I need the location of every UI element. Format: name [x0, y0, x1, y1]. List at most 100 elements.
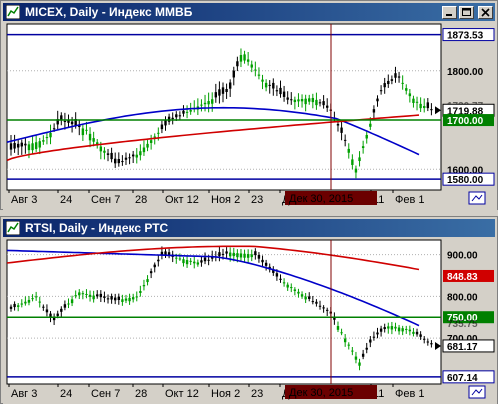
micex-titlebar[interactable]: MICEX, Daily - Индекс ММВБ — [3, 3, 495, 21]
candle-body — [124, 157, 128, 160]
candle-body — [376, 332, 379, 335]
candle-body — [92, 138, 95, 142]
micex-chart-window[interactable]: MICEX, Daily - Индекс ММВБ 1873.53 1800.0… — [0, 0, 498, 210]
candle-body — [228, 252, 232, 257]
candle-body — [405, 328, 408, 330]
candle-body — [189, 110, 192, 112]
candle-body — [282, 282, 286, 284]
candle-body — [264, 262, 268, 266]
candle-body — [340, 332, 343, 334]
chart-properties-icon[interactable] — [468, 191, 486, 205]
x-axis-label: 28 — [135, 388, 147, 400]
maximize-button[interactable] — [459, 6, 474, 19]
candle-body — [34, 296, 38, 298]
candle-body — [146, 279, 149, 283]
candle-body — [63, 304, 67, 308]
candle-body — [236, 61, 239, 67]
x-axis-label: Фев 1 — [395, 194, 425, 206]
candle-body — [211, 99, 214, 104]
candle-body — [117, 158, 120, 164]
x-axis-label: Окт 12 — [165, 388, 199, 400]
cursor-date-label: Дек 30, 2015 — [285, 385, 377, 399]
candle-body — [106, 153, 110, 155]
candle-body — [423, 105, 426, 109]
candle-body — [20, 142, 23, 147]
candle-body — [200, 104, 203, 106]
rtsi-titlebar[interactable]: RTSI, Daily - Индекс РТС — [3, 219, 495, 237]
candle-body — [426, 102, 430, 109]
candle-body — [430, 343, 433, 345]
candle-body — [250, 64, 253, 68]
candle-body — [131, 154, 135, 157]
candle-body — [315, 301, 318, 304]
price-label: 607.14 — [442, 370, 495, 384]
x-axis-label: Ноя 2 — [211, 194, 240, 206]
price-label-text: 607.14 — [447, 373, 478, 384]
candle-body — [379, 90, 383, 92]
candle-body — [336, 326, 340, 330]
price-label-text: 848.83 — [447, 272, 478, 283]
candle-body — [372, 109, 376, 113]
candle-body — [225, 89, 228, 93]
candle-body — [369, 123, 372, 127]
candle-body — [99, 146, 103, 152]
candle-body — [96, 294, 99, 297]
candle-body — [16, 143, 20, 148]
candle-body — [149, 271, 153, 274]
candle-body — [318, 102, 322, 104]
price-label-text: 900.00 — [447, 251, 478, 262]
candle-body — [88, 294, 92, 297]
rtsi-window-title: RTSI, Daily - Индекс РТС — [25, 221, 169, 235]
price-label: 800.00 — [447, 292, 478, 303]
candle-body — [124, 298, 128, 301]
candle-body — [250, 254, 253, 258]
candle-body — [228, 82, 232, 89]
candle-body — [45, 309, 49, 313]
micex-price-chart[interactable]: 1873.531800.001730.771719.881700.001600.… — [3, 22, 497, 210]
rtsi-price-chart[interactable]: 900.00848.83800.00750.00735.75700.00681.… — [3, 238, 497, 404]
maximize-icon — [462, 8, 471, 16]
candle-body — [196, 262, 200, 265]
price-label-text: 681.17 — [447, 342, 478, 353]
candle-body — [157, 132, 160, 134]
candle-body — [52, 128, 56, 130]
candle-body — [372, 336, 376, 338]
candle-body — [167, 116, 171, 122]
candle-body — [347, 344, 350, 346]
candle-body — [290, 99, 293, 101]
candle-body — [279, 87, 282, 95]
candle-body — [239, 253, 243, 258]
candle-body — [390, 326, 394, 330]
minimize-button[interactable] — [442, 6, 457, 19]
candle-body — [268, 84, 271, 86]
price-label: 681.17 — [435, 339, 495, 353]
candle-body — [239, 55, 243, 62]
candle-body — [114, 297, 117, 301]
rtsi-chart-window[interactable]: RTSI, Daily - Индекс РТС 900.00 848.83 800… — [0, 216, 498, 404]
candle-body — [261, 79, 264, 82]
close-button[interactable] — [478, 6, 493, 19]
candle-body — [340, 127, 343, 133]
candle-body — [49, 132, 52, 138]
candle-body — [387, 80, 390, 85]
candle-body — [110, 152, 113, 160]
candle-body — [326, 105, 329, 108]
minimize-icon — [446, 14, 452, 16]
candle-body — [142, 147, 146, 153]
cursor-date-label: Дек 30, 2015 — [285, 191, 377, 205]
candle-body — [361, 146, 365, 149]
cursor-date-text: Дек 30, 2015 — [289, 387, 353, 399]
candle-body — [308, 296, 311, 299]
candle-body — [232, 70, 235, 78]
candle-body — [182, 110, 185, 114]
candle-body — [290, 287, 293, 289]
candle-body — [9, 143, 13, 150]
candle-body — [351, 159, 354, 165]
candle-body — [419, 334, 422, 337]
candle-body — [81, 293, 85, 295]
chart-properties-icon[interactable] — [468, 385, 486, 399]
candle-body — [221, 253, 225, 255]
candle-body — [103, 150, 106, 153]
chart-app-icon — [6, 221, 20, 235]
candle-body — [99, 293, 103, 298]
